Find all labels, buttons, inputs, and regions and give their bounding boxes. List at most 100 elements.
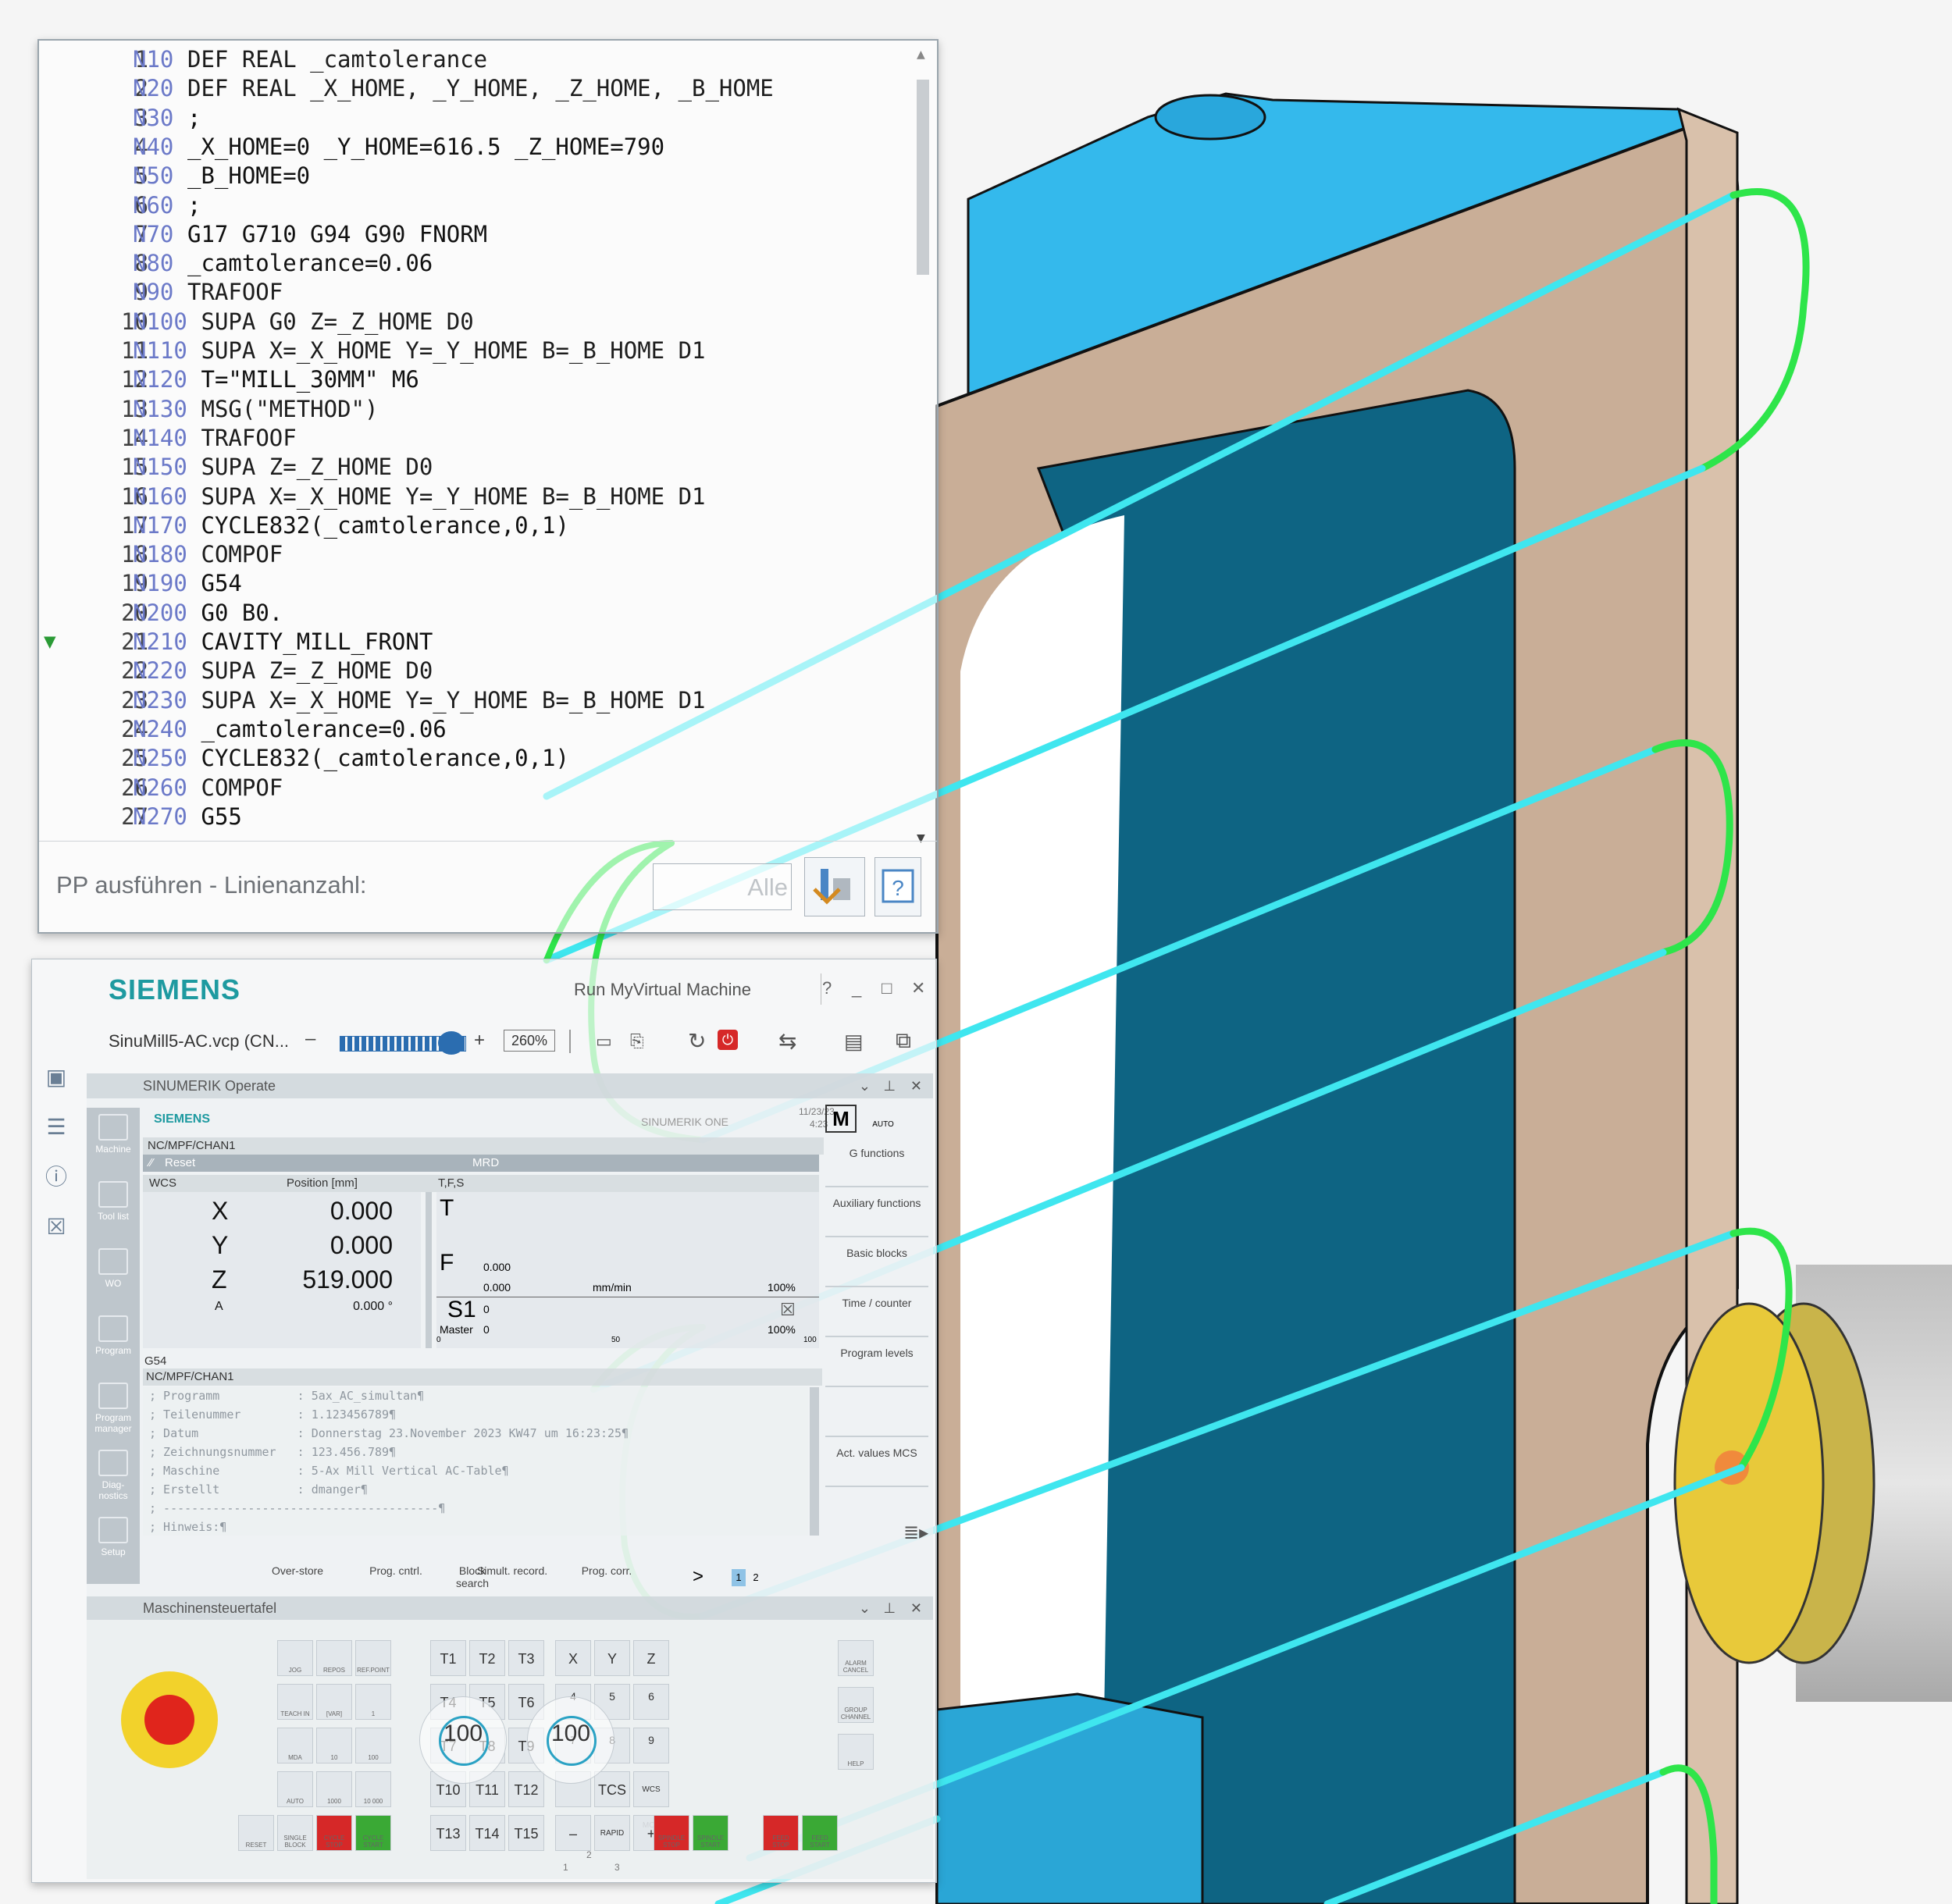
horizontal-softkey[interactable]: Over-store: [266, 1564, 329, 1577]
nc-file-icon[interactable]: ▣: [43, 1064, 69, 1091]
code-line[interactable]: 19 N190 G54: [39, 569, 906, 598]
nc-code-editor[interactable]: 1 N10 DEF REAL _camtolerance 2 N20 DEF REAL _…: [37, 39, 939, 934]
mode-key[interactable]: 1000: [316, 1771, 352, 1807]
mode-key[interactable]: TEACH IN: [277, 1684, 313, 1720]
mode-m-key[interactable]: M: [825, 1105, 857, 1133]
horizontal-softkey[interactable]: Prog. corr.: [575, 1564, 638, 1577]
code-line[interactable]: 12 N120 T="MILL_30MM" M6: [39, 365, 906, 394]
code-line[interactable]: 11 N110 SUPA X=_X_HOME Y=_Y_HOME B=_B_HOME…: [39, 336, 906, 365]
mode-key[interactable]: AUTO: [277, 1771, 313, 1807]
axis-key[interactable]: 9: [633, 1728, 669, 1763]
softkey-page-1[interactable]: 1: [732, 1569, 746, 1586]
tool-key[interactable]: T1: [430, 1640, 466, 1676]
line-count-input[interactable]: Alle: [653, 863, 792, 910]
panel-function-key[interactable]: GROUP CHANNEL: [838, 1687, 874, 1723]
collapse-icon[interactable]: ⌄: [859, 1073, 871, 1098]
panel-function-key[interactable]: HELP: [838, 1734, 874, 1770]
mode-key[interactable]: 1: [355, 1684, 391, 1720]
swap-icon[interactable]: ⇆: [778, 1028, 796, 1054]
feed-override-dial[interactable]: 100: [527, 1696, 614, 1784]
axis-key[interactable]: –: [555, 1815, 591, 1851]
vertical-softkey[interactable]: Auxiliary functions: [825, 1192, 928, 1237]
code-line[interactable]: 26 N260 COMPOF: [39, 774, 906, 803]
spindle-override-dial[interactable]: 100: [419, 1696, 507, 1784]
machine-control-panel[interactable]: Maschinensteuertafel ⌄ ⊥ ✕ JOG REPOS REF.P…: [87, 1596, 933, 1879]
code-line[interactable]: 6 N60;: [39, 191, 906, 220]
speed-slider-knob[interactable]: [438, 1031, 465, 1055]
horizontal-softkey[interactable]: Simult. record.: [469, 1564, 555, 1577]
mode-key[interactable]: REF.POINT: [355, 1640, 391, 1676]
spindle-feed-key[interactable]: SPINDLE START: [693, 1815, 728, 1851]
tool-key[interactable]: T14: [469, 1815, 505, 1851]
side-nav-item[interactable]: Machine: [91, 1114, 135, 1155]
axis-scrollbar[interactable]: [426, 1192, 432, 1348]
vertical-softkey[interactable]: Act. values MCS: [825, 1442, 928, 1487]
mode-key[interactable]: CYCLE START: [355, 1815, 391, 1851]
code-line[interactable]: 1 N10 DEF REAL _camtolerance: [39, 45, 906, 74]
close-panel-icon[interactable]: ✕: [910, 1073, 922, 1098]
code-line[interactable]: 7 N70 G17 G710 G94 G90 FNORM: [39, 220, 906, 249]
code-line[interactable]: 5 N50 _B_HOME=0: [39, 162, 906, 190]
mode-auto-key[interactable]: AUTO: [867, 1105, 899, 1133]
mcp-pin-icon[interactable]: ⊥: [883, 1596, 896, 1620]
code-line[interactable]: 24 N240 _camtolerance=0.06: [39, 715, 906, 744]
layout-icon[interactable]: ▤: [844, 1030, 864, 1054]
vertical-softkey[interactable]: Time / counter: [825, 1292, 928, 1337]
mode-key[interactable]: [VAR]: [316, 1684, 352, 1720]
code-line[interactable]: 15 N150 SUPA Z=_Z_HOME D0: [39, 453, 906, 482]
softkey-page-2[interactable]: 2: [749, 1569, 763, 1586]
close-window-button[interactable]: ✕: [911, 978, 925, 998]
horizontal-softkey[interactable]: Prog. cntrl.: [365, 1564, 427, 1577]
code-line[interactable]: 22 N220 SUPA Z=_Z_HOME D0: [39, 657, 906, 685]
mode-key[interactable]: REPOS: [316, 1640, 352, 1676]
vcp-file-name[interactable]: SinuMill5-AC.vcp (CN...: [109, 1031, 289, 1052]
mode-key[interactable]: JOG: [277, 1640, 313, 1676]
tool-key[interactable]: T12: [508, 1771, 544, 1807]
vertical-softkey[interactable]: G functions: [825, 1142, 928, 1187]
side-nav-item[interactable]: Program manager: [91, 1383, 135, 1434]
mode-key[interactable]: MDA: [277, 1728, 313, 1763]
more-softkeys-icon[interactable]: ≣▸: [903, 1521, 928, 1544]
tool-key[interactable]: T15: [508, 1815, 544, 1851]
code-line[interactable]: 2 N20 DEF REAL _X_HOME, _Y_HOME, _Z_HOME, …: [39, 74, 906, 103]
minimize-button[interactable]: _: [852, 978, 861, 998]
next-page-button[interactable]: >: [693, 1566, 704, 1588]
mode-key[interactable]: CYCLE STOP: [316, 1815, 352, 1851]
vertical-softkey[interactable]: [825, 1392, 928, 1437]
mode-key[interactable]: RESET: [238, 1815, 274, 1851]
power-icon[interactable]: ⏻: [718, 1030, 738, 1050]
mode-key[interactable]: 10 000: [355, 1771, 391, 1807]
axis-key[interactable]: Z: [633, 1640, 669, 1676]
spindle-feed-key[interactable]: SPINDLE STOP: [654, 1815, 689, 1851]
window-mode-icon[interactable]: ⧉: [896, 1028, 911, 1054]
mcp-close-icon[interactable]: ✕: [910, 1596, 922, 1620]
code-line[interactable]: 8 N80 _camtolerance=0.06: [39, 249, 906, 278]
tool-key[interactable]: T3: [508, 1640, 544, 1676]
code-line[interactable]: 14 N140 TRAFOOF: [39, 424, 906, 453]
panel-function-key[interactable]: ALARM CANCEL: [838, 1640, 874, 1676]
code-line[interactable]: 3 N30;: [39, 104, 906, 133]
side-nav-item[interactable]: Tool list: [91, 1181, 135, 1222]
run-postprocessor-button[interactable]: [804, 857, 865, 916]
save-icon[interactable]: ▭: [596, 1031, 612, 1052]
run-myvirtual-machine-window[interactable]: SIEMENS Run MyVirtual Machine ? _ □ ✕ Si…: [31, 959, 937, 1883]
export-icon[interactable]: ⎘: [630, 1031, 644, 1052]
axis-key[interactable]: RAPID: [594, 1815, 630, 1851]
tool-key[interactable]: T2: [469, 1640, 505, 1676]
code-line[interactable]: 9 N90 TRAFOOF: [39, 278, 906, 307]
code-line[interactable]: 23 N230 SUPA X=_X_HOME Y=_Y_HOME B=_B_HOME…: [39, 686, 906, 715]
settings-sliders-icon[interactable]: ☰: [43, 1114, 69, 1141]
vertical-softkey[interactable]: Program levels: [825, 1342, 928, 1387]
axis-key[interactable]: 6: [633, 1684, 669, 1720]
mode-key[interactable]: 10: [316, 1728, 352, 1763]
code-line[interactable]: 20 N200 G0 B0.: [39, 599, 906, 628]
code-line[interactable]: 16 N160 SUPA X=_X_HOME Y=_Y_HOME B=_B_HOME…: [39, 482, 906, 511]
code-scrollbar[interactable]: ▲ ▼: [914, 48, 932, 845]
reset-icon[interactable]: ↻: [688, 1028, 706, 1054]
code-line[interactable]: 17 N170 CYCLE832(_camtolerance,0,1): [39, 511, 906, 540]
side-nav-item[interactable]: Setup: [91, 1517, 135, 1557]
help-button[interactable]: ?: [874, 857, 921, 916]
code-line[interactable]: 10 N100 SUPA G0 Z=_Z_HOME D0: [39, 308, 906, 336]
side-nav-item[interactable]: Diag-nostics: [91, 1450, 135, 1501]
axis-key[interactable]: WCS MCS: [633, 1771, 669, 1830]
